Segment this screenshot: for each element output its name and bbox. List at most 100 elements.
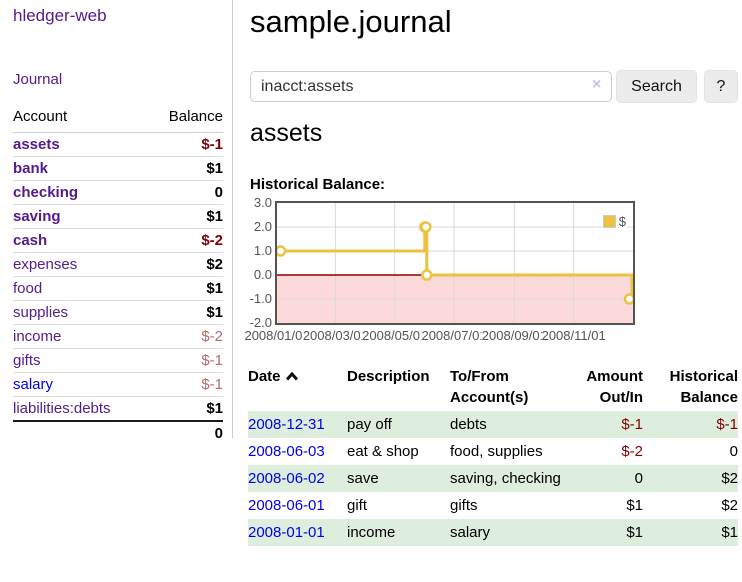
chart-title: Historical Balance: — [250, 176, 385, 193]
account-row: gifts $-1 — [13, 349, 223, 373]
account-name-cell: saving — [13, 205, 148, 229]
chart-data-point — [422, 271, 431, 280]
y-axis-tick-label: 1.0 — [238, 243, 272, 258]
account-row: bank $1 — [13, 157, 223, 181]
transactions-column-header[interactable]: Date — [248, 363, 347, 411]
account-row: expenses$2 — [13, 253, 223, 277]
balance-chart: $ — [275, 201, 635, 325]
transaction-description: eat & shop — [347, 438, 450, 465]
account-balance: $1 — [148, 157, 223, 181]
account-row: cash $-2 — [13, 229, 223, 253]
account-balance: $-1 — [148, 349, 223, 373]
account-row: liabilities:debts$1 — [13, 397, 223, 422]
account-name-cell: assets — [13, 133, 148, 157]
chart-data-point — [277, 247, 285, 256]
accounts-table: Account Balance assets$-1bank$1checking0… — [13, 104, 223, 445]
transaction-row: 2008-06-03eat & shopfood, supplies$-20 — [248, 438, 738, 465]
x-axis-tick-label: 2008/05/01 — [362, 328, 427, 343]
y-axis-tick-label: 0.0 — [238, 267, 272, 282]
transactions-header-row: DateDescriptionTo/From Account(s)Amount … — [248, 363, 738, 411]
transaction-balance: $1 — [643, 519, 738, 546]
x-axis-tick-label: 2008/01/01 — [244, 328, 309, 343]
account-name-cell: gifts — [13, 349, 148, 373]
account-balance: $1 — [148, 205, 223, 229]
account-link[interactable]: food — [13, 280, 42, 297]
account-name-cell: liabilities:debts — [13, 397, 148, 422]
accounts-total-row: 0 — [13, 421, 223, 445]
transaction-date-cell: 2008-06-03 — [248, 438, 347, 465]
account-row: supplies $1 — [13, 301, 223, 325]
transaction-amount: 0 — [583, 465, 643, 492]
transaction-accounts: salary — [450, 519, 583, 546]
transaction-date-link[interactable]: 2008-06-03 — [248, 443, 325, 460]
account-link[interactable]: bank — [13, 160, 48, 177]
accounts-total-value: 0 — [13, 421, 223, 445]
account-link[interactable]: expenses — [13, 256, 77, 273]
account-balance: $-1 — [148, 373, 223, 397]
sidebar-item-journal[interactable]: Journal — [13, 71, 62, 88]
chart-plot-area — [277, 203, 633, 323]
transaction-description: gift — [347, 492, 450, 519]
transaction-balance: $2 — [643, 492, 738, 519]
transaction-description: pay off — [347, 411, 450, 438]
transaction-accounts: saving, checking — [450, 465, 583, 492]
transaction-amount: $-2 — [583, 438, 643, 465]
transaction-date-link[interactable]: 2008-12-31 — [248, 416, 325, 433]
account-link[interactable]: gifts — [13, 352, 41, 369]
account-row: checking0 — [13, 181, 223, 205]
account-name-cell: cash — [13, 229, 148, 253]
account-link[interactable]: assets — [13, 136, 60, 153]
transactions-column-header: Description — [347, 363, 450, 411]
chart-data-point — [421, 223, 430, 232]
account-balance: $1 — [148, 277, 223, 301]
x-axis-tick-label: 2008/11/01 — [542, 328, 606, 343]
sort-ascending-icon — [285, 371, 299, 381]
accounts-table-header: Account Balance — [13, 104, 223, 133]
transaction-accounts: gifts — [450, 492, 583, 519]
account-balance: $-1 — [148, 133, 223, 157]
account-name-cell: supplies — [13, 301, 148, 325]
account-row: assets $-1 — [13, 133, 223, 157]
account-row: food $1 — [13, 277, 223, 301]
account-balance: $1 — [148, 301, 223, 325]
transactions-column-header: Amount Out/In — [583, 363, 643, 411]
transactions-column-header: Historical Balance — [643, 363, 738, 411]
account-name-cell: income — [13, 325, 148, 349]
y-axis-tick-label: 3.0 — [238, 195, 272, 210]
legend-label: $ — [619, 214, 626, 229]
y-axis-tick-label: -1.0 — [238, 291, 272, 306]
chart-legend: $ — [602, 213, 627, 230]
account-link[interactable]: supplies — [13, 304, 68, 321]
account-link[interactable]: saving — [13, 208, 61, 225]
transaction-description: save — [347, 465, 450, 492]
transaction-row: 2008-01-01incomesalary$1$1 — [248, 519, 738, 546]
account-link[interactable]: liabilities:debts — [13, 400, 111, 417]
transaction-amount: $1 — [583, 519, 643, 546]
accounts-header-account: Account — [13, 104, 148, 133]
legend-swatch — [603, 215, 616, 228]
transaction-date-link[interactable]: 2008-06-02 — [248, 470, 325, 487]
account-row: saving $1 — [13, 205, 223, 229]
transaction-row: 2008-06-02 savesaving, checking0$2 — [248, 465, 738, 492]
search-input[interactable] — [250, 71, 612, 102]
transaction-amount: $1 — [583, 492, 643, 519]
account-balance: $-2 — [148, 229, 223, 253]
transaction-row: 2008-06-01 giftgifts$1$2 — [248, 492, 738, 519]
transaction-balance: 0 — [643, 438, 738, 465]
transaction-balance: $2 — [643, 465, 738, 492]
account-link[interactable]: income — [13, 328, 61, 345]
clear-search-icon[interactable]: × — [592, 77, 601, 93]
chart-data-point — [625, 295, 633, 304]
account-link[interactable]: salary — [13, 376, 53, 393]
account-link[interactable]: checking — [13, 184, 78, 201]
account-link[interactable]: cash — [13, 232, 47, 249]
accounts-header-balance: Balance — [148, 104, 223, 133]
account-name-cell: bank — [13, 157, 148, 181]
search-help-button[interactable]: ? — [704, 70, 738, 103]
search-button[interactable]: Search — [616, 70, 697, 103]
transaction-date-link[interactable]: 2008-06-01 — [248, 497, 325, 514]
y-axis-tick-label: 2.0 — [238, 219, 272, 234]
transaction-accounts: debts — [450, 411, 583, 438]
app-brand-link[interactable]: hledger-web — [13, 6, 107, 26]
transaction-date-link[interactable]: 2008-01-01 — [248, 524, 325, 541]
